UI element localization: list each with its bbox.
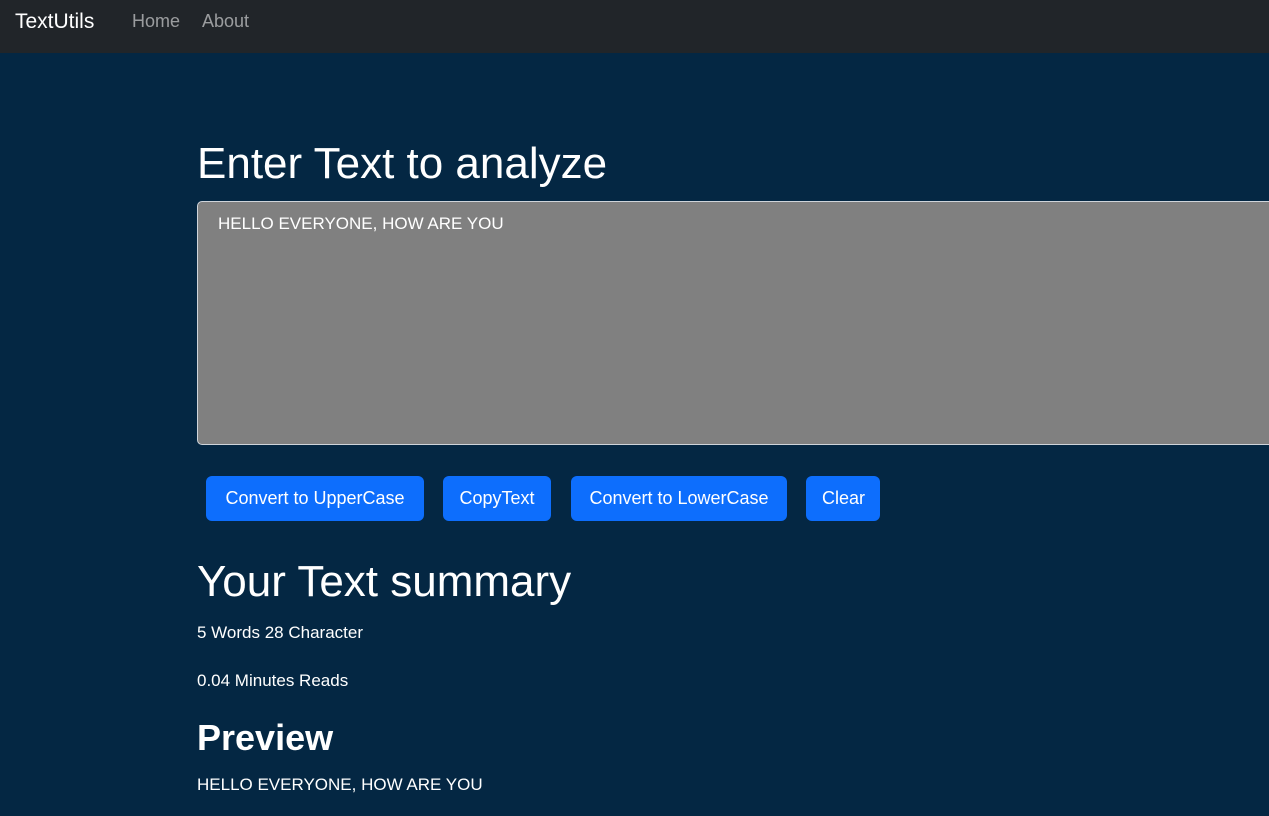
navbar: TextUtils Home About bbox=[0, 0, 1269, 53]
nav-link-about[interactable]: About bbox=[202, 11, 249, 32]
convert-uppercase-button[interactable]: Convert to UpperCase bbox=[206, 476, 424, 521]
preview-heading: Preview bbox=[197, 717, 334, 758]
copy-text-button[interactable]: CopyText bbox=[443, 476, 551, 521]
summary-heading: Your Text summary bbox=[197, 557, 572, 606]
nav-link-home[interactable]: Home bbox=[132, 11, 180, 32]
read-time: 0.04 Minutes Reads bbox=[197, 671, 349, 690]
page-title: Enter Text to analyze bbox=[197, 139, 608, 188]
brand-link[interactable]: TextUtils bbox=[15, 10, 94, 34]
convert-lowercase-button[interactable]: Convert to LowerCase bbox=[571, 476, 787, 521]
preview-text: HELLO EVERYONE, HOW ARE YOU bbox=[197, 775, 483, 794]
word-character-count: 5 Words 28 Character bbox=[197, 623, 363, 642]
clear-button[interactable]: Clear bbox=[806, 476, 880, 521]
text-input[interactable] bbox=[197, 201, 1269, 445]
